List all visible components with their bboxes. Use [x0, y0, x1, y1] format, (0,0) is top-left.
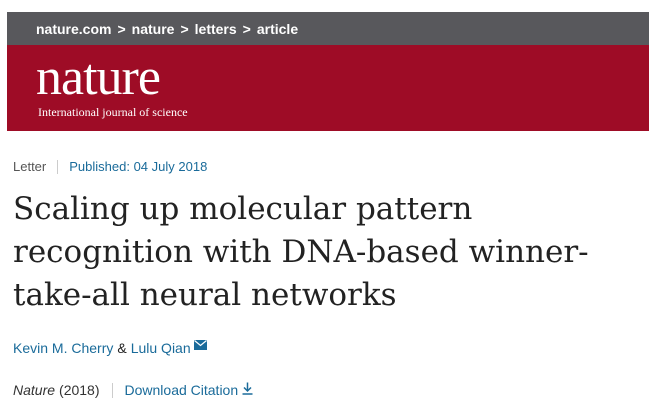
journal-name: Nature — [13, 382, 56, 398]
author-lulu-qian[interactable]: Lulu Qian — [131, 340, 191, 356]
mail-icon[interactable] — [193, 337, 207, 353]
author-list: Kevin M. Cherry & Lulu Qian — [13, 337, 207, 356]
article-type: Letter — [13, 159, 47, 174]
citation-divider — [111, 382, 113, 398]
breadcrumb-letters[interactable]: letters — [195, 21, 237, 37]
breadcrumb-article: article — [256, 20, 299, 37]
citation-line: Nature (2018) Download Citation — [13, 382, 253, 398]
meta-divider — [57, 159, 59, 174]
nature-logo[interactable]: nature — [36, 52, 161, 104]
download-citation-link[interactable]: Download Citation — [125, 382, 254, 398]
publication-year: (2018) — [59, 382, 100, 398]
author-kevin-cherry[interactable]: Kevin M. Cherry — [13, 340, 113, 356]
breadcrumb-nature[interactable]: nature — [132, 21, 175, 37]
breadcrumb-separator: > — [117, 20, 126, 37]
download-icon — [242, 382, 253, 398]
breadcrumb: nature.com > nature > letters > article — [7, 12, 649, 45]
article-meta: Letter Published: 04 July 2018 — [13, 159, 207, 174]
breadcrumb-nature-com[interactable]: nature.com — [36, 21, 111, 37]
published-date: Published: 04 July 2018 — [69, 159, 208, 174]
masthead: nature International journal of science — [7, 45, 649, 131]
author-joiner: & — [117, 340, 127, 356]
breadcrumb-separator: > — [242, 20, 251, 37]
download-citation-label: Download Citation — [124, 382, 239, 398]
breadcrumb-separator: > — [180, 20, 189, 37]
article-title: Scaling up molecular pattern recognition… — [13, 191, 589, 313]
masthead-tagline: International journal of science — [38, 105, 188, 119]
